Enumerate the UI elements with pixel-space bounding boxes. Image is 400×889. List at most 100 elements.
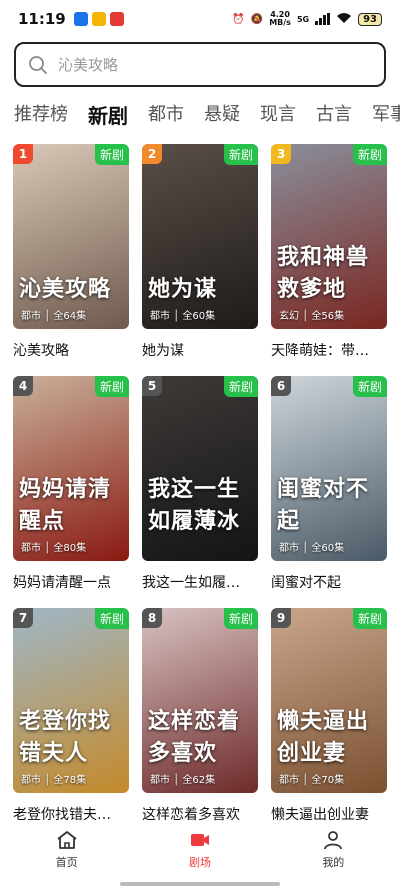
poster-title-art: 沁美攻略: [19, 276, 112, 302]
drama-title[interactable]: 懒夫逼出创业妻: [271, 804, 387, 826]
status-time: 11:19: [18, 10, 66, 28]
drama-card[interactable]: 2 新剧 她为谋 都市 │ 全60集 她为谋: [142, 144, 258, 362]
new-drama-badge: 新剧: [352, 376, 387, 397]
drama-meta: 都市 │ 全62集: [150, 771, 215, 786]
drama-grid: 1 新剧 沁美攻略 都市 │ 全64集 沁美攻略 2 新剧 她为谋 都市 │ 全60集 她为谋 3 新…: [13, 144, 387, 826]
tab-3[interactable]: 悬疑: [204, 100, 240, 130]
rank-badge: 3: [271, 144, 291, 164]
status-indicators: ⏰ 🔕 4.20 MB/s 5G 93: [232, 11, 382, 27]
nav-theater[interactable]: 剧场: [160, 830, 240, 880]
rank-badge: 5: [142, 376, 162, 396]
drama-title[interactable]: 老登你找错夫…: [13, 804, 129, 826]
drama-card[interactable]: 1 新剧 沁美攻略 都市 │ 全64集 沁美攻略: [13, 144, 129, 362]
search-input[interactable]: [58, 55, 338, 74]
network-speed-unit: MB/s: [269, 18, 291, 27]
drama-title[interactable]: 妈妈请清醒一点: [13, 572, 129, 594]
drama-card[interactable]: 6 新剧 闺蜜对不起 都市 │ 全60集闺蜜对不起: [271, 376, 387, 594]
drama-episodes: 全56集: [311, 311, 345, 322]
nav-profile[interactable]: 我的: [293, 830, 373, 880]
poster-title-art: 老登你找错夫人: [19, 708, 112, 766]
meta-divider: │: [299, 311, 312, 322]
drama-card[interactable]: 8 新剧 这样恋着多喜欢 都市 │ 全62集 这样恋着多喜欢: [142, 608, 258, 826]
drama-poster[interactable]: 1 新剧沁美攻略都市 │ 全64集: [13, 144, 129, 329]
new-drama-badge: 新剧: [223, 608, 258, 629]
drama-poster[interactable]: 8 新剧这样恋着多喜欢都市 │ 全62集: [142, 608, 258, 793]
drama-title[interactable]: 闺蜜对不起: [271, 572, 387, 594]
app-notification-icon: [109, 12, 124, 26]
rank-badge: 7: [13, 608, 33, 628]
drama-genre: 都市: [21, 543, 41, 554]
category-tabs: 推荐榜 新剧 都市 悬疑 现言 古言 军事: [14, 100, 400, 130]
tab-0[interactable]: 推荐榜: [14, 100, 68, 130]
app-notification-icon: [91, 12, 106, 26]
tab-4[interactable]: 现言: [260, 100, 296, 130]
poster-title-art: 这样恋着多喜欢: [148, 708, 241, 766]
new-drama-badge: 新剧: [223, 376, 258, 397]
drama-poster[interactable]: 3 新剧 我和神兽救爹地 玄幻 │ 全56集: [271, 144, 387, 329]
drama-title[interactable]: 她为谋: [142, 340, 258, 362]
drama-genre: 都市: [150, 311, 170, 322]
drama-episodes: 全60集: [311, 543, 345, 554]
rank-badge: 1: [13, 144, 33, 164]
theater-icon: [190, 834, 209, 846]
drama-title[interactable]: 沁美攻略: [13, 340, 129, 362]
drama-card[interactable]: 4 新剧 妈妈请清醒点 都市 │ 全80集 妈妈请清醒一点: [13, 376, 129, 594]
new-drama-badge: 新剧: [352, 608, 387, 629]
drama-poster[interactable]: 6 新剧 闺蜜对不起 都市 │ 全60集: [271, 376, 387, 561]
profile-icon: [324, 831, 343, 850]
meta-divider: │: [299, 775, 312, 786]
poster-title-art: 我这一生如履薄冰: [148, 476, 241, 534]
rank-badge: 8: [142, 608, 162, 628]
drama-card[interactable]: 7 新剧 老登你找错夫人 都市 │ 全78集 老登你找错夫…: [13, 608, 129, 826]
rank-badge: 9: [271, 608, 291, 628]
meta-divider: │: [41, 543, 54, 554]
drama-genre: 玄幻: [279, 311, 299, 322]
poster-title-art: 她为谋: [148, 276, 218, 302]
drama-genre: 都市: [279, 543, 299, 554]
alarm-icon: ⏰: [232, 13, 245, 25]
drama-title[interactable]: 天降萌娃：带…: [271, 340, 387, 362]
drama-poster[interactable]: 2 新剧 她为谋 都市 │ 全60集: [142, 144, 258, 329]
drama-poster[interactable]: 5 新剧我这一生如履薄冰: [142, 376, 258, 561]
meta-divider: │: [299, 543, 312, 554]
poster-title-art: 我和神兽救爹地: [277, 244, 370, 302]
drama-poster[interactable]: 4 新剧 妈妈请清醒点 都市 │ 全80集: [13, 376, 129, 561]
drama-meta: 都市 │ 全64集: [21, 307, 86, 322]
drama-meta: 都市 │ 全60集: [279, 539, 344, 554]
notification-icons: [73, 12, 124, 26]
drama-meta: 都市 │ 全80集: [21, 539, 86, 554]
nav-profile-label: 我的: [322, 856, 345, 869]
drama-episodes: 全62集: [182, 775, 216, 786]
drama-card[interactable]: 5 新剧我这一生如履薄冰我这一生如履…: [142, 376, 258, 594]
drama-card[interactable]: 9 新剧 懒夫逼出创业妻 都市 │ 全70集 懒夫逼出创业妻: [271, 608, 387, 826]
drama-episodes: 全70集: [311, 775, 345, 786]
drama-card[interactable]: 3 新剧 我和神兽救爹地 玄幻 │ 全56集 天降萌娃：带…: [271, 144, 387, 362]
tab-1[interactable]: 新剧: [88, 100, 128, 130]
drama-meta: 都市 │ 全78集: [21, 771, 86, 786]
drama-title[interactable]: 我这一生如履…: [142, 572, 258, 594]
meta-divider: │: [41, 775, 54, 786]
nav-home-label: 首页: [55, 856, 78, 869]
wifi-icon: [336, 12, 352, 27]
signal-icon: [315, 13, 331, 25]
drama-genre: 都市: [279, 775, 299, 786]
drama-episodes: 全60集: [182, 311, 216, 322]
drama-episodes: 全78集: [53, 775, 87, 786]
search-bar[interactable]: [14, 42, 386, 87]
drama-meta: 都市 │ 全60集: [150, 307, 215, 322]
drama-title[interactable]: 这样恋着多喜欢: [142, 804, 258, 826]
drama-poster[interactable]: 9 新剧 懒夫逼出创业妻 都市 │ 全70集: [271, 608, 387, 793]
new-drama-badge: 新剧: [94, 144, 129, 165]
tab-6[interactable]: 军事: [372, 100, 400, 130]
drama-poster[interactable]: 7 新剧 老登你找错夫人 都市 │ 全78集: [13, 608, 129, 793]
new-drama-badge: 新剧: [94, 376, 129, 397]
search-icon: [29, 55, 47, 74]
home-indicator[interactable]: [120, 882, 280, 886]
poster-title-art: 妈妈请清醒点: [19, 476, 112, 534]
nav-home[interactable]: 首页: [27, 830, 107, 880]
meta-divider: │: [170, 775, 183, 786]
tab-5[interactable]: 古言: [316, 100, 352, 130]
bottom-nav: 首页 剧场 我的: [0, 830, 400, 880]
tab-2[interactable]: 都市: [148, 100, 184, 130]
drama-genre: 都市: [150, 775, 170, 786]
